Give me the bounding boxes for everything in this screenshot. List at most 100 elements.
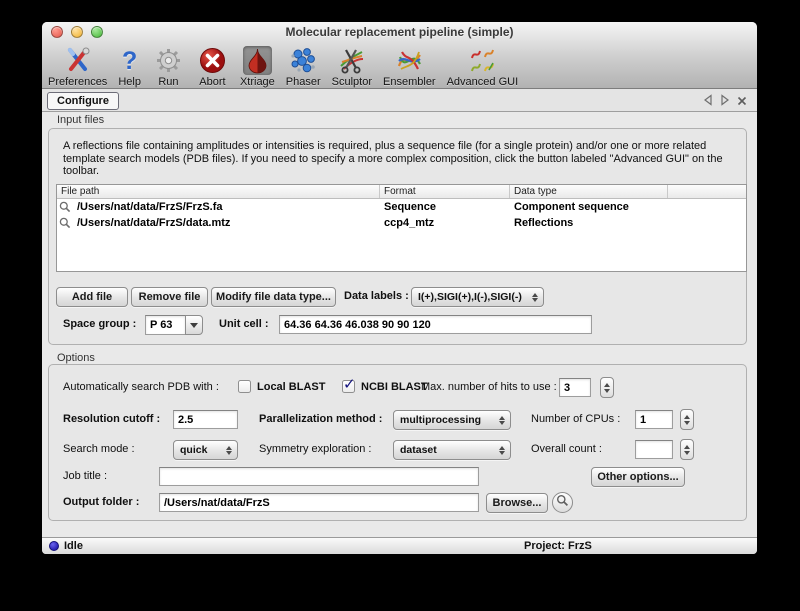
space-group-label: Space group : [63,318,136,330]
symmetry-label: Symmetry exploration : [259,443,371,455]
tab-label: Configure [57,95,109,107]
nav-forward-icon[interactable] [720,93,730,111]
window-title: Molecular replacement pipeline (simple) [42,25,757,39]
toolbar-button-xtriage[interactable]: Xtriage [240,46,275,88]
local-blast-label: Local BLAST [257,381,325,393]
local-blast-checkbox[interactable] [238,380,251,393]
unit-cell-label: Unit cell : [219,318,269,330]
toolbar-button-ensembler[interactable]: Ensembler [383,46,436,88]
column-header-file-path[interactable]: File path [57,185,380,198]
data-labels-value: I(+),SIGI(+),I(-),SIGI(-) [412,291,528,303]
app-window: Molecular replacement pipeline (simple) … [42,22,757,554]
ncbi-blast-checkbox[interactable]: ✓ [342,380,355,393]
symmetry-value: dataset [394,444,495,456]
resolution-cutoff-input[interactable] [173,410,238,429]
magnifier-icon [556,494,569,512]
sculptor-scissors-icon [335,46,368,75]
table-header-row: File path Format Data type [57,185,746,199]
remove-file-button[interactable]: Remove file [131,287,208,307]
status-text: Idle [64,540,83,552]
toolbar-button-sculptor[interactable]: Sculptor [332,46,372,88]
toolbar-button-abort[interactable]: Abort [196,46,229,88]
search-mode-label: Search mode : [63,443,135,455]
toolbar-label: Sculptor [332,76,372,88]
cell-format: Sequence [380,201,510,213]
help-icon: ? [119,46,140,75]
chevron-down-icon[interactable] [185,315,203,335]
space-group-input[interactable] [145,315,186,335]
toolbar-button-advanced-gui[interactable]: Advanced GUI [447,46,519,88]
max-hits-input[interactable] [559,378,591,397]
toolbar-label: Preferences [48,76,107,88]
parallelization-popup[interactable]: multiprocessing [393,410,511,430]
toolbar-button-phaser[interactable]: Phaser [286,46,321,88]
popup-arrows-icon [528,293,541,302]
cell-file-path: /Users/nat/data/FrzS/data.mtz [73,217,380,229]
abort-icon [196,46,229,75]
resolution-cutoff-label: Resolution cutoff : [63,413,160,425]
parallelization-label: Parallelization method : [259,413,382,425]
input-files-table[interactable]: File path Format Data type /Users/nat/da… [56,184,747,272]
column-header-data-type[interactable]: Data type [510,185,668,198]
search-mode-value: quick [174,444,222,456]
job-title-input[interactable] [159,467,479,486]
modify-file-data-type-button[interactable]: Modify file data type... [211,287,336,307]
toolbar-label: Help [118,76,141,88]
ensembler-ribbon-icon [393,46,426,75]
xtriage-drop-icon [243,46,272,75]
project-label: Project: FrzS [524,540,592,552]
add-file-button[interactable]: Add file [56,287,128,307]
toolbar-button-help[interactable]: ? Help [118,46,141,88]
browse-button[interactable]: Browse... [486,493,548,513]
status-bar: Idle Project: FrzS [42,537,757,554]
close-tab-icon[interactable] [737,93,747,111]
other-options-button[interactable]: Other options... [591,467,685,487]
space-group-combo[interactable] [145,315,203,335]
search-folder-button[interactable] [552,492,573,513]
data-labels-popup[interactable]: I(+),SIGI(+),I(-),SIGI(-) [411,287,544,307]
options-section-label: Options [57,352,95,364]
toolbar-button-run[interactable]: Run [152,46,185,88]
popup-arrows-icon [222,446,235,455]
search-mode-popup[interactable]: quick [173,440,238,460]
popup-arrows-icon [495,416,508,425]
magnifier-icon[interactable] [57,201,73,213]
toolbar-label: Run [158,76,178,88]
cell-format: ccp4_mtz [380,217,510,229]
cpus-stepper[interactable] [680,409,694,430]
titlebar[interactable]: Molecular replacement pipeline (simple) [42,22,757,41]
parallelization-value: multiprocessing [394,414,495,426]
nav-back-icon[interactable] [703,93,713,111]
options-groupbox: Automatically search PDB with : Local BL… [48,364,747,521]
table-row[interactable]: /Users/nat/data/FrzS/FrzS.fa Sequence Co… [57,199,746,215]
data-labels-label: Data labels : [344,290,409,302]
check-icon: ✓ [343,375,356,393]
ncbi-blast-label: NCBI BLAST [361,381,428,393]
symmetry-popup[interactable]: dataset [393,440,511,460]
table-row[interactable]: /Users/nat/data/FrzS/data.mtz ccp4_mtz R… [57,215,746,231]
toolbar: Preferences ? Help Run [48,42,518,88]
cell-data-type: Reflections [510,217,746,229]
overall-count-stepper[interactable] [680,439,694,460]
overall-count-input[interactable] [635,440,673,459]
input-files-description: A reflections file containing amplitudes… [63,140,737,178]
popup-arrows-icon [495,446,508,455]
toolbar-label: Phaser [286,76,321,88]
output-folder-input[interactable] [159,493,479,512]
column-header-format[interactable]: Format [380,185,510,198]
input-files-groupbox: A reflections file containing amplitudes… [48,128,747,345]
toolbar-button-preferences[interactable]: Preferences [48,46,107,88]
cpus-input[interactable] [635,410,673,429]
tab-configure[interactable]: Configure [47,92,119,110]
input-files-section-label: Input files [57,114,104,126]
cpus-label: Number of CPUs : [531,413,620,425]
max-hits-stepper[interactable] [600,377,614,398]
cell-data-type: Component sequence [510,201,746,213]
unit-cell-input[interactable] [279,315,592,334]
status-led-icon [49,541,59,551]
phaser-molecule-icon [287,46,320,75]
magnifier-icon[interactable] [57,217,73,229]
tab-bar: Configure [42,89,757,112]
window-chrome: Molecular replacement pipeline (simple) … [42,22,757,89]
overall-count-label: Overall count : [531,443,602,455]
